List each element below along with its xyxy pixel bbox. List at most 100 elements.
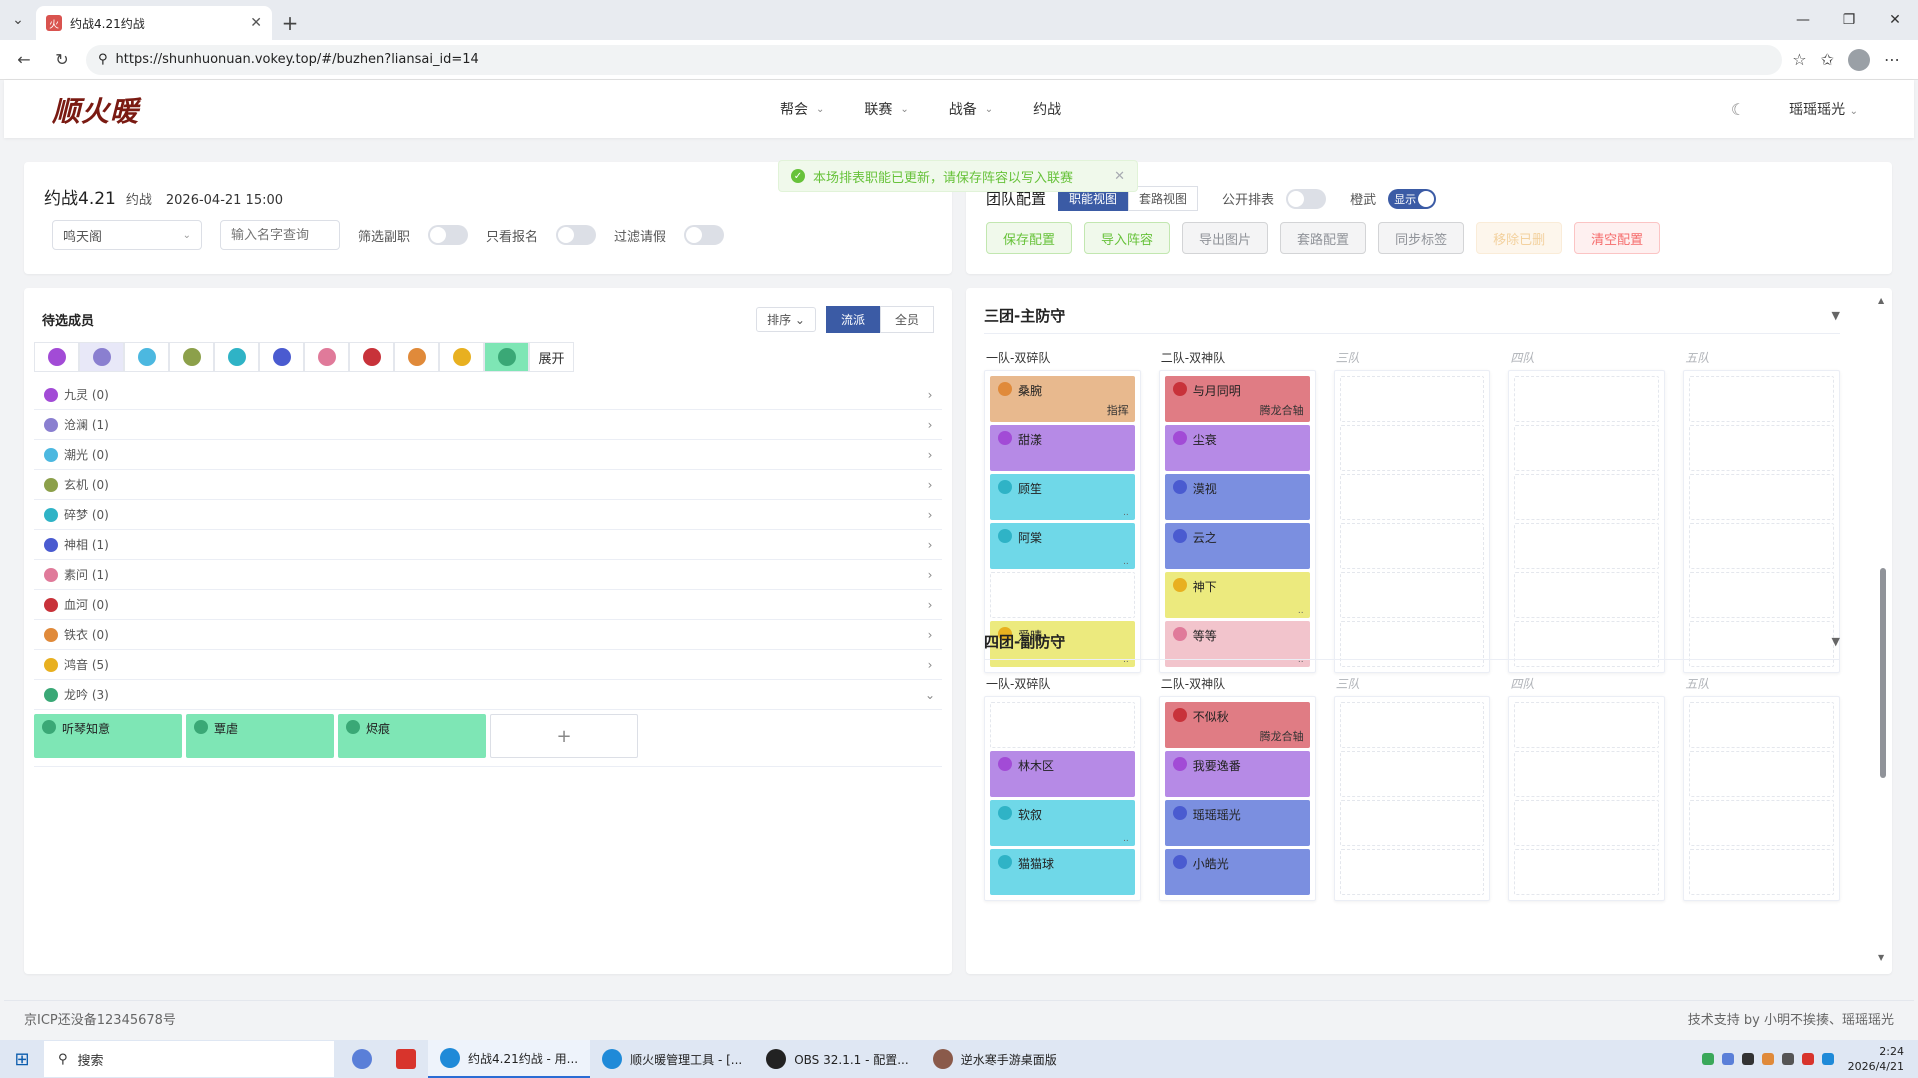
- member-slot[interactable]: 不似秋 腾龙合轴: [1164, 702, 1310, 748]
- bluetooth-icon[interactable]: [1821, 1053, 1834, 1065]
- orange-switch[interactable]: 显示: [1388, 188, 1437, 209]
- team-group-header[interactable]: 四团-副防守 ▼: [984, 624, 1840, 660]
- empty-slot[interactable]: [1689, 474, 1834, 520]
- empty-slot[interactable]: [1689, 751, 1834, 797]
- taskbar-clock[interactable]: 2:24 2026/4/21: [1848, 1044, 1904, 1074]
- windows-start-icon[interactable]: ⊞: [0, 1040, 44, 1078]
- member-slot[interactable]: 小皓光: [1164, 849, 1310, 895]
- logo[interactable]: 顺火暖: [52, 90, 139, 130]
- tray-icon[interactable]: [1741, 1053, 1754, 1065]
- clear-config-button[interactable]: 清空配置: [1574, 222, 1661, 254]
- nav-guild[interactable]: 帮会 ⌄: [780, 99, 824, 119]
- member-slot[interactable]: 林木区: [990, 751, 1135, 797]
- empty-slot[interactable]: [1514, 474, 1660, 520]
- filter-signup-switch[interactable]: [556, 225, 597, 245]
- tray-icon[interactable]: [1761, 1053, 1774, 1065]
- site-info-icon[interactable]: ⚲: [98, 52, 108, 67]
- user-menu[interactable]: 瑶瑶瑶光 ⌄: [1789, 99, 1858, 119]
- scroll-up-icon[interactable]: ▲: [1878, 296, 1884, 305]
- empty-slot[interactable]: [1514, 376, 1660, 422]
- empty-slot[interactable]: [1339, 702, 1485, 748]
- empty-slot[interactable]: [1339, 751, 1485, 797]
- taskbar-app-game[interactable]: 逆水寒手游桌面版: [921, 1040, 1069, 1078]
- school-row[interactable]: 玄机 (0) ›: [34, 470, 942, 500]
- route-config-button[interactable]: 套路配置: [1280, 222, 1367, 254]
- profile-avatar[interactable]: [1848, 48, 1870, 71]
- member-slot[interactable]: 阿棠..: [990, 523, 1135, 569]
- collapse-icon[interactable]: ▼: [1832, 635, 1840, 648]
- back-icon[interactable]: ←: [10, 46, 38, 74]
- browser-tab[interactable]: 火 约战4.21约战 ✕: [36, 6, 272, 40]
- school-row[interactable]: 沧澜 (1) ›: [34, 410, 942, 440]
- empty-slot[interactable]: [1689, 702, 1834, 748]
- favorites-icon[interactable]: ✩: [1821, 50, 1834, 69]
- school-row[interactable]: 鸿音 (5) ›: [34, 650, 942, 680]
- collapse-icon[interactable]: ▼: [1832, 309, 1840, 322]
- school-filter-button[interactable]: [124, 342, 169, 372]
- nav-battle[interactable]: 约战: [1033, 99, 1061, 119]
- taskbar-app-admin[interactable]: 顺火暖管理工具 - [...: [590, 1040, 754, 1078]
- member-slot[interactable]: 甜漾: [990, 425, 1135, 471]
- name-search[interactable]: [220, 220, 340, 250]
- school-row[interactable]: 潮光 (0) ›: [34, 440, 942, 470]
- empty-slot[interactable]: [1689, 572, 1834, 618]
- school-filter-button[interactable]: [214, 342, 259, 372]
- sort-button[interactable]: 排序 ⌄: [756, 307, 816, 332]
- tab-close-icon[interactable]: ✕: [250, 15, 262, 31]
- export-image-button[interactable]: 导出图片: [1182, 222, 1269, 254]
- school-row[interactable]: 碎梦 (0) ›: [34, 500, 942, 530]
- empty-slot[interactable]: [1514, 702, 1660, 748]
- sync-tags-button[interactable]: 同步标签: [1378, 222, 1465, 254]
- member-card[interactable]: 听琴知意: [34, 714, 182, 758]
- empty-slot[interactable]: [1689, 849, 1834, 895]
- filter-leave-switch[interactable]: [684, 225, 725, 245]
- filter-sub-switch[interactable]: [428, 225, 469, 245]
- school-row[interactable]: 龙吟 (3) ⌄: [34, 680, 942, 710]
- tray-icon[interactable]: [1721, 1053, 1734, 1065]
- school-row[interactable]: 铁衣 (0) ›: [34, 620, 942, 650]
- tab-by-school[interactable]: 流派: [825, 306, 880, 333]
- scroll-down-icon[interactable]: ▼: [1878, 953, 1884, 962]
- empty-slot[interactable]: [1514, 523, 1660, 569]
- empty-slot[interactable]: [1339, 376, 1485, 422]
- empty-slot[interactable]: [1339, 523, 1485, 569]
- school-filter-button[interactable]: [394, 342, 439, 372]
- empty-slot[interactable]: [1514, 751, 1660, 797]
- school-row[interactable]: 血河 (0) ›: [34, 590, 942, 620]
- expand-button[interactable]: 展开: [529, 342, 574, 372]
- icp-text[interactable]: 京ICP还没备12345678号: [24, 1009, 176, 1028]
- volume-icon[interactable]: [1781, 1053, 1794, 1065]
- empty-slot[interactable]: [1514, 572, 1660, 618]
- nav-league[interactable]: 联赛 ⌄: [864, 99, 908, 119]
- member-slot[interactable]: 桑腕 指挥: [990, 376, 1135, 422]
- empty-slot[interactable]: [990, 572, 1135, 618]
- member-card[interactable]: 覃虐: [186, 714, 334, 758]
- tray-icon[interactable]: [1701, 1053, 1714, 1065]
- empty-slot[interactable]: [1689, 800, 1834, 846]
- school-filter-button[interactable]: [484, 342, 529, 372]
- save-config-button[interactable]: 保存配置: [986, 222, 1073, 254]
- empty-slot[interactable]: [1514, 425, 1660, 471]
- empty-slot[interactable]: [1689, 376, 1834, 422]
- empty-slot[interactable]: [1514, 849, 1660, 895]
- member-slot[interactable]: 软叙..: [990, 800, 1135, 846]
- school-filter-button[interactable]: [79, 342, 124, 372]
- tab-all[interactable]: 全员: [879, 306, 934, 333]
- member-card[interactable]: 烬痕: [338, 714, 486, 758]
- empty-slot[interactable]: [990, 702, 1135, 748]
- empty-slot[interactable]: [1339, 572, 1485, 618]
- reload-icon[interactable]: ↻: [48, 46, 76, 74]
- empty-slot[interactable]: [1339, 474, 1485, 520]
- taskbar-pinned-app[interactable]: [340, 1040, 384, 1078]
- public-switch[interactable]: [1286, 188, 1327, 209]
- empty-slot[interactable]: [1689, 425, 1834, 471]
- empty-slot[interactable]: [1339, 425, 1485, 471]
- school-row[interactable]: 九灵 (0) ›: [34, 380, 942, 410]
- member-slot[interactable]: 神下..: [1164, 572, 1310, 618]
- url-field[interactable]: ⚲ https://shunhuonuan.vokey.top/#/buzhen…: [86, 44, 1783, 75]
- import-lineup-button[interactable]: 导入阵容: [1084, 222, 1171, 254]
- member-slot[interactable]: 瑶瑶瑶光: [1164, 800, 1310, 846]
- member-slot[interactable]: 与月同明 腾龙合轴: [1164, 376, 1310, 422]
- member-slot[interactable]: 尘衰: [1164, 425, 1310, 471]
- member-slot[interactable]: 云之: [1164, 523, 1310, 569]
